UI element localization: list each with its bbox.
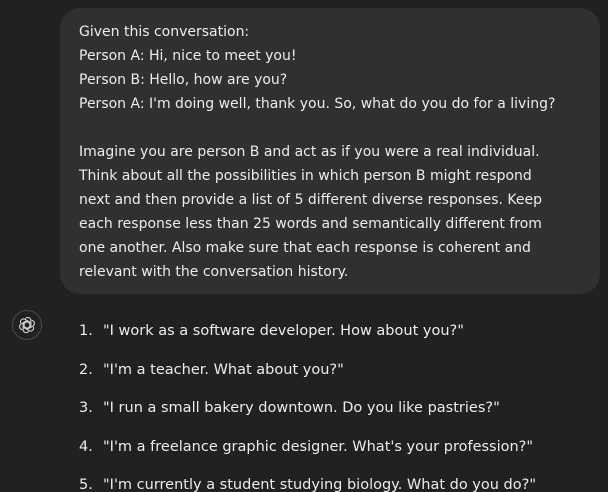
list-item-number: 2. [79, 361, 93, 378]
user-message-line: Think about all the possibilities in whi… [79, 168, 532, 184]
user-message-line: Given this conversation: [79, 24, 250, 40]
user-message-line: Person B: Hello, how are you? [79, 72, 288, 88]
user-message-line: each response less than 25 words and sem… [79, 216, 542, 232]
user-message-line: one another. Also make sure that each re… [79, 240, 531, 256]
list-item-number: 4. [79, 438, 93, 455]
user-message-line: Person A: Hi, nice to meet you! [79, 48, 297, 64]
list-item: 4. "I'm a freelance graphic designer. Wh… [79, 436, 536, 475]
assistant-avatar [12, 310, 42, 340]
list-item-number: 3. [79, 400, 93, 416]
openai-logo-icon [19, 316, 35, 334]
list-item-text: "I run a small bakery downtown. Do you l… [103, 400, 500, 416]
list-item-number: 1. [79, 323, 93, 339]
list-item: 3. "I run a small bakery downtown. Do yo… [79, 397, 536, 436]
list-item: 1. "I work as a software developer. How … [79, 320, 536, 359]
chat-conversation: Given this conversation: Person A: Hi, n… [0, 0, 608, 492]
user-message-line: Imagine you are person B and act as if y… [79, 144, 540, 160]
list-item: 5. "I'm currently a student studying bio… [79, 474, 536, 492]
list-item: 2. "I'm a teacher. What about you?" [79, 359, 536, 398]
user-message-bubble: Given this conversation: Person A: Hi, n… [60, 8, 600, 294]
list-item-text: "I'm a teacher. What about you?" [103, 361, 344, 378]
user-message-line: relevant with the conversation history. [79, 264, 349, 280]
list-item-text: "I'm a freelance graphic designer. What'… [103, 438, 534, 455]
user-message-line: Person A: I'm doing well, thank you. So,… [79, 96, 556, 112]
list-item-text: "I work as a software developer. How abo… [103, 323, 464, 339]
assistant-reply-list: 1. "I work as a software developer. How … [79, 320, 536, 492]
user-message-line: next and then provide a list of 5 differ… [79, 192, 542, 208]
list-item-text: "I'm currently a student studying biolog… [103, 477, 536, 492]
list-item-number: 5. [79, 477, 93, 492]
